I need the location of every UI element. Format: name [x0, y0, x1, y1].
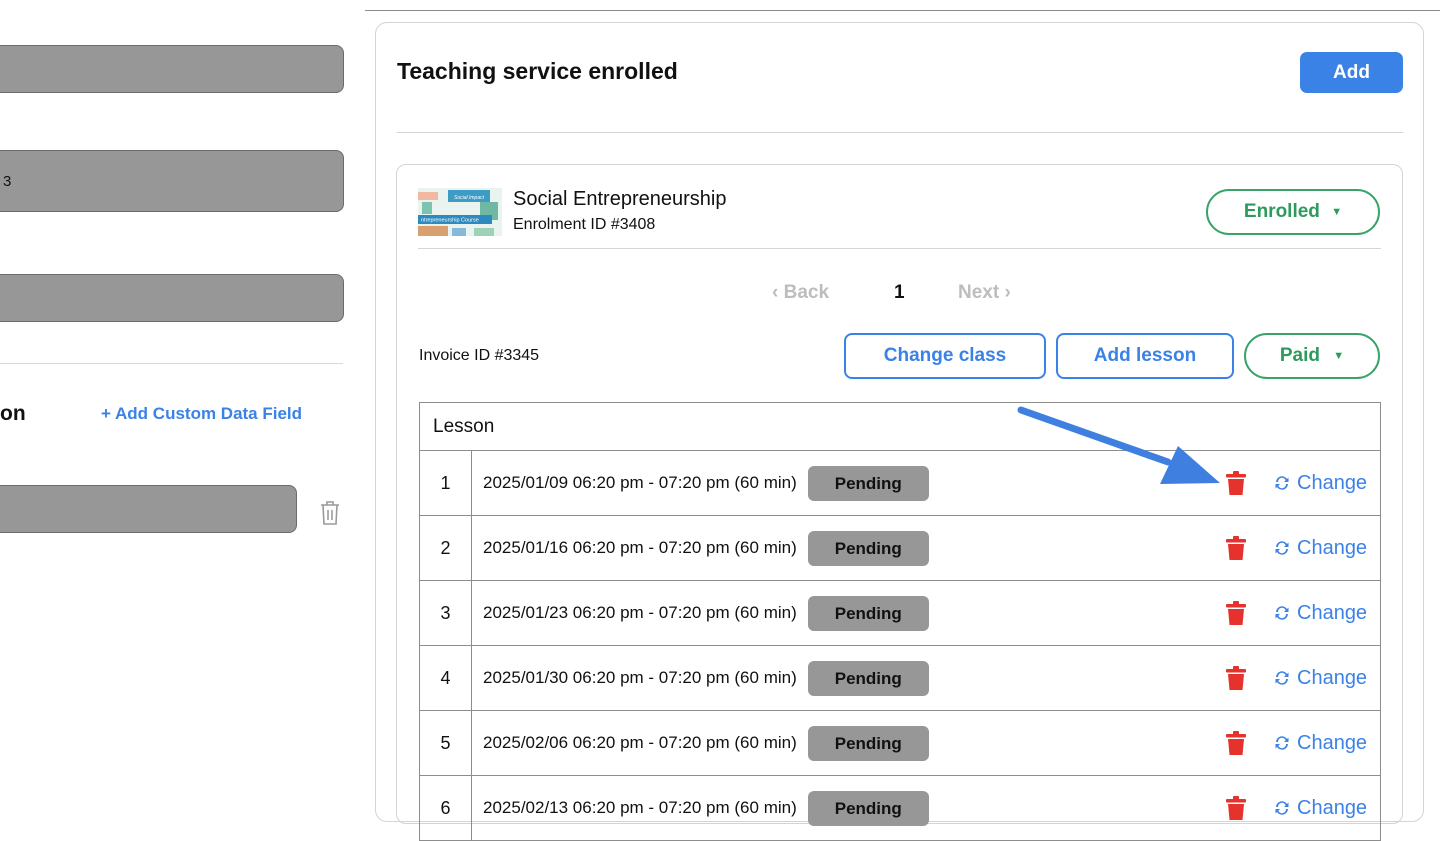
change-lesson-link[interactable]: Change	[1273, 581, 1367, 645]
table-row: 1 2025/01/09 06:20 pm - 07:20 pm (60 min…	[420, 451, 1380, 516]
trash-icon[interactable]	[1225, 730, 1247, 756]
top-divider	[365, 10, 1440, 11]
left-pane: 3 on + Add Custom Data Field	[0, 0, 365, 805]
change-lesson-label: Change	[1297, 666, 1368, 689]
sync-icon	[1275, 736, 1289, 750]
card-title: Teaching service enrolled	[397, 58, 678, 84]
pagination-next[interactable]: Next ›	[958, 282, 1011, 304]
payment-status-label: Paid	[1279, 345, 1320, 366]
left-field-2[interactable]: 3	[0, 150, 344, 212]
table-row: 3 2025/01/23 06:20 pm - 07:20 pm (60 min…	[420, 581, 1380, 646]
change-lesson-link[interactable]: Change	[1273, 516, 1367, 580]
status-badge: Pending	[807, 595, 929, 631]
lesson-time: 2025/01/09 06:20 pm - 07:20 pm (60 min) P…	[483, 451, 929, 515]
change-lesson-label: Change	[1297, 536, 1368, 559]
enrolment-divider	[418, 248, 1381, 249]
change-lesson-link[interactable]: Change	[1273, 776, 1367, 840]
sync-icon	[1275, 476, 1289, 490]
trash-icon[interactable]	[1225, 665, 1247, 691]
card-divider	[397, 132, 1403, 133]
add-custom-data-field-link[interactable]: + Add Custom Data Field	[101, 404, 302, 424]
trash-icon[interactable]	[1225, 600, 1247, 626]
sync-icon	[1275, 801, 1289, 815]
change-lesson-label: Change	[1297, 601, 1368, 624]
lesson-number: 6	[420, 776, 472, 840]
sync-icon	[1275, 606, 1289, 620]
change-lesson-label: Change	[1297, 471, 1368, 494]
pagination-page-number[interactable]: 1	[894, 282, 905, 304]
pagination-back[interactable]: ‹ Back	[772, 282, 829, 304]
change-lesson-link[interactable]: Change	[1273, 711, 1367, 775]
lesson-time-text: 2025/01/09 06:20 pm - 07:20 pm (60 min)	[483, 473, 797, 492]
lesson-table: Lesson 1 2025/01/09 06:20 pm - 07:20 pm …	[419, 402, 1381, 841]
lesson-time-text: 2025/01/23 06:20 pm - 07:20 pm (60 min)	[483, 603, 797, 622]
trash-icon[interactable]	[1225, 795, 1247, 821]
status-badge: Pending	[807, 790, 929, 826]
lesson-number: 3	[420, 581, 472, 645]
add-button[interactable]: Add	[1300, 52, 1403, 93]
caret-down-icon: ▼	[1331, 205, 1343, 218]
lesson-time: 2025/02/06 06:20 pm - 07:20 pm (60 min) P…	[483, 711, 929, 775]
change-class-button[interactable]: Change class	[844, 333, 1046, 379]
lesson-time-text: 2025/01/30 06:20 pm - 07:20 pm (60 min)	[483, 668, 797, 687]
table-row: 2 2025/01/16 06:20 pm - 07:20 pm (60 min…	[420, 516, 1380, 581]
custom-data-field-input[interactable]	[0, 485, 297, 533]
chevron-left-icon: ‹	[772, 282, 784, 303]
table-row: 6 2025/02/13 06:20 pm - 07:20 pm (60 min…	[420, 776, 1380, 841]
lesson-table-header: Lesson	[420, 403, 1380, 451]
left-section-title: on	[0, 402, 26, 425]
left-field-1[interactable]	[0, 45, 344, 93]
pagination-next-label: Next	[958, 282, 1000, 303]
course-name: Social Entrepreneurship	[513, 188, 727, 210]
table-row: 5 2025/02/06 06:20 pm - 07:20 pm (60 min…	[420, 711, 1380, 776]
caret-down-icon: ▼	[1333, 349, 1345, 362]
lesson-time: 2025/02/13 06:20 pm - 07:20 pm (60 min) P…	[483, 776, 929, 840]
change-lesson-label: Change	[1297, 731, 1368, 754]
status-badge: Pending	[807, 725, 929, 761]
left-divider	[0, 363, 343, 364]
lesson-time-text: 2025/01/16 06:20 pm - 07:20 pm (60 min)	[483, 538, 797, 557]
left-field-3[interactable]	[0, 274, 344, 322]
status-badge: Pending	[807, 465, 929, 501]
lesson-number: 5	[420, 711, 472, 775]
thumb-text-bottom: ntrepreneurship Course	[421, 218, 479, 224]
change-lesson-link[interactable]: Change	[1273, 451, 1367, 515]
status-badge: Pending	[807, 530, 929, 566]
lesson-number: 2	[420, 516, 472, 580]
thumb-text-top: Social Impact	[454, 195, 485, 201]
trash-icon[interactable]	[1225, 470, 1247, 496]
lesson-time: 2025/01/16 06:20 pm - 07:20 pm (60 min) P…	[483, 516, 929, 580]
invoice-id: Invoice ID #3345	[419, 347, 540, 364]
table-row: 4 2025/01/30 06:20 pm - 07:20 pm (60 min…	[420, 646, 1380, 711]
lesson-time-text: 2025/02/06 06:20 pm - 07:20 pm (60 min)	[483, 733, 797, 752]
status-badge: Pending	[807, 660, 929, 696]
sync-icon	[1275, 541, 1289, 555]
enrolment-status-label: Enrolled	[1243, 201, 1320, 222]
lesson-time-text: 2025/02/13 06:20 pm - 07:20 pm (60 min)	[483, 798, 797, 817]
change-lesson-link[interactable]: Change	[1273, 646, 1367, 710]
chevron-right-icon: ›	[999, 282, 1011, 303]
lesson-number: 1	[420, 451, 472, 515]
payment-status-dropdown[interactable]: Paid ▼	[1244, 333, 1380, 379]
sync-icon	[1275, 671, 1289, 685]
trash-icon[interactable]	[319, 500, 341, 526]
course-thumbnail: Social Impact ntrepreneurship Course	[418, 188, 502, 236]
lesson-number: 4	[420, 646, 472, 710]
enrolment-id: Enrolment ID #3408	[513, 216, 656, 233]
lesson-time: 2025/01/30 06:20 pm - 07:20 pm (60 min) P…	[483, 646, 929, 710]
change-lesson-label: Change	[1297, 796, 1368, 819]
trash-icon[interactable]	[1225, 535, 1247, 561]
pagination-back-label: Back	[783, 282, 830, 303]
enrolment-status-dropdown[interactable]: Enrolled ▼	[1206, 189, 1380, 235]
add-lesson-button[interactable]: Add lesson	[1056, 333, 1234, 379]
lesson-time: 2025/01/23 06:20 pm - 07:20 pm (60 min) P…	[483, 581, 929, 645]
